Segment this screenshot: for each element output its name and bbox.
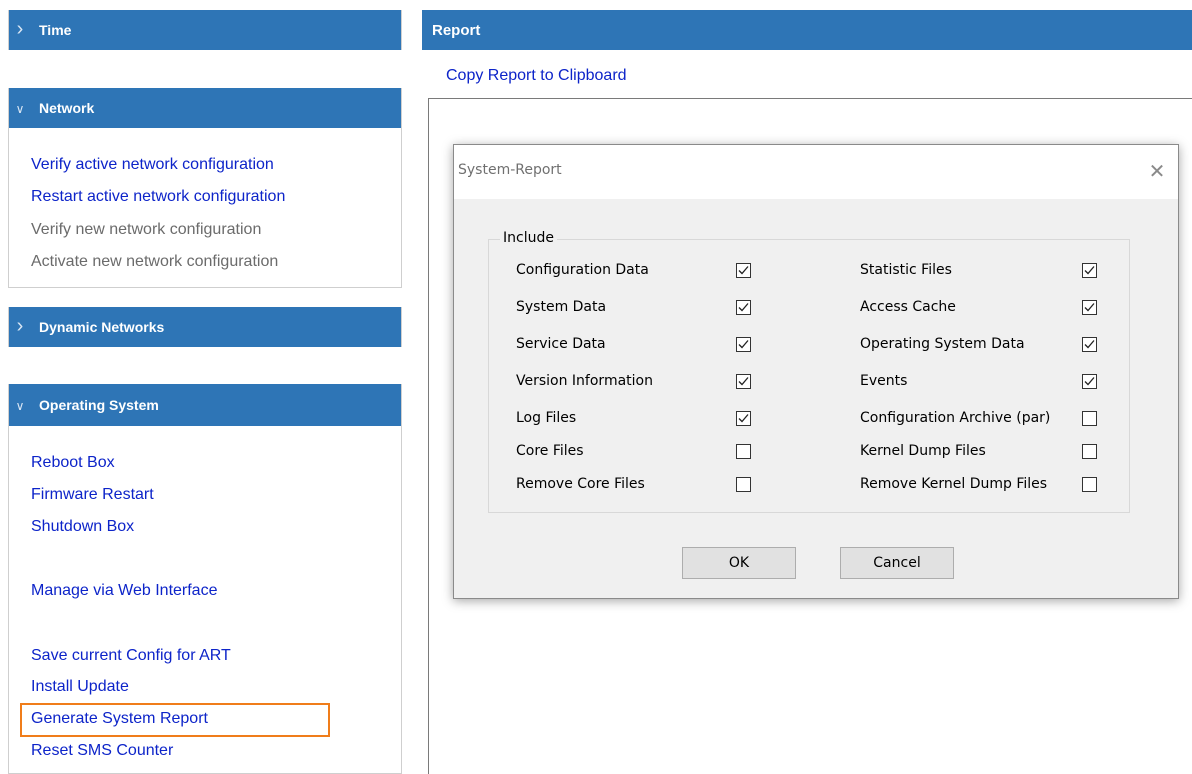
checkbox-remove-core-files[interactable] (736, 477, 751, 492)
checkmark-icon (1084, 340, 1095, 349)
manage-web-interface-link[interactable]: Manage via Web Interface (31, 582, 217, 600)
checkmark-icon (1084, 303, 1095, 312)
ok-button[interactable]: OK (682, 547, 796, 579)
checkbox-log-files[interactable] (736, 411, 751, 426)
checkbox-system-data[interactable] (736, 300, 751, 315)
option-label-events: Events (860, 373, 908, 389)
option-label-core-files: Core Files (516, 443, 584, 459)
checkbox-configuration-archive[interactable] (1082, 411, 1097, 426)
option-label-kernel-dump-files: Kernel Dump Files (860, 443, 986, 459)
dialog-titlebar[interactable]: System-Report ✕ (454, 145, 1178, 199)
time-panel: Time (8, 10, 402, 50)
checkbox-operating-system-data[interactable] (1082, 337, 1097, 352)
option-label-access-cache: Access Cache (860, 299, 956, 315)
checkbox-configuration-data[interactable] (736, 263, 751, 278)
dynamic-networks-panel: Dynamic Networks (8, 307, 402, 347)
firmware-restart-link[interactable]: Firmware Restart (31, 486, 154, 504)
reset-sms-counter-link[interactable]: Reset SMS Counter (31, 742, 173, 760)
option-label-remove-kernel-dump-files: Remove Kernel Dump Files (860, 476, 1048, 492)
time-panel-header[interactable]: Time (9, 10, 401, 50)
checkbox-core-files[interactable] (736, 444, 751, 459)
checkbox-kernel-dump-files[interactable] (1082, 444, 1097, 459)
install-update-link[interactable]: Install Update (31, 678, 129, 696)
checkmark-icon (738, 377, 749, 386)
checkmark-icon (738, 303, 749, 312)
checkmark-icon (1084, 377, 1095, 386)
include-group-label: Include (500, 230, 557, 246)
save-config-art-link[interactable]: Save current Config for ART (31, 647, 231, 665)
dialog-title: System-Report (458, 162, 562, 178)
checkbox-service-data[interactable] (736, 337, 751, 352)
verify-active-network-link[interactable]: Verify active network configuration (31, 156, 274, 174)
option-label-configuration-data: Configuration Data (516, 262, 649, 278)
option-label-configuration-archive: Configuration Archive (par) (860, 410, 1051, 426)
system-report-dialog: System-Report ✕ Include Configuration Da… (453, 144, 1179, 599)
report-title: Report (432, 21, 481, 39)
copy-report-link[interactable]: Copy Report to Clipboard (446, 67, 627, 85)
option-label-log-files: Log Files (516, 410, 577, 426)
time-panel-title: Time (39, 22, 72, 38)
generate-system-report-link[interactable]: Generate System Report (31, 710, 208, 728)
cancel-button[interactable]: Cancel (840, 547, 954, 579)
checkbox-version-information[interactable] (736, 374, 751, 389)
option-label-version-information: Version Information (516, 373, 653, 389)
checkbox-remove-kernel-dump-files[interactable] (1082, 477, 1097, 492)
close-icon[interactable]: ✕ (1144, 158, 1170, 184)
chevron-right-icon (9, 22, 31, 38)
checkmark-icon (1084, 266, 1095, 275)
network-panel-header[interactable]: Network (9, 88, 401, 128)
option-label-remove-core-files: Remove Core Files (516, 476, 645, 492)
report-header: Report (422, 10, 1192, 50)
dynamic-networks-panel-title: Dynamic Networks (39, 319, 165, 335)
checkbox-access-cache[interactable] (1082, 300, 1097, 315)
option-label-system-data: System Data (516, 299, 607, 315)
checkbox-events[interactable] (1082, 374, 1097, 389)
operating-system-panel-title: Operating System (39, 397, 159, 413)
option-label-service-data: Service Data (516, 336, 606, 352)
shutdown-box-link[interactable]: Shutdown Box (31, 518, 134, 536)
operating-system-panel-header[interactable]: Operating System (9, 384, 401, 426)
network-panel-title: Network (39, 100, 95, 116)
checkmark-icon (738, 414, 749, 423)
restart-active-network-link[interactable]: Restart active network configuration (31, 188, 285, 206)
option-label-operating-system-data: Operating System Data (860, 336, 1025, 352)
option-label-statistic-files: Statistic Files (860, 262, 952, 278)
checkbox-statistic-files[interactable] (1082, 263, 1097, 278)
dynamic-networks-panel-header[interactable]: Dynamic Networks (9, 307, 401, 347)
chevron-down-icon (9, 397, 31, 413)
verify-new-network-link: Verify new network configuration (31, 221, 262, 238)
reboot-box-link[interactable]: Reboot Box (31, 454, 115, 472)
checkmark-icon (738, 340, 749, 349)
chevron-right-icon (9, 319, 31, 335)
chevron-down-icon (9, 100, 31, 116)
activate-new-network-link: Activate new network configuration (31, 253, 279, 270)
checkmark-icon (738, 266, 749, 275)
